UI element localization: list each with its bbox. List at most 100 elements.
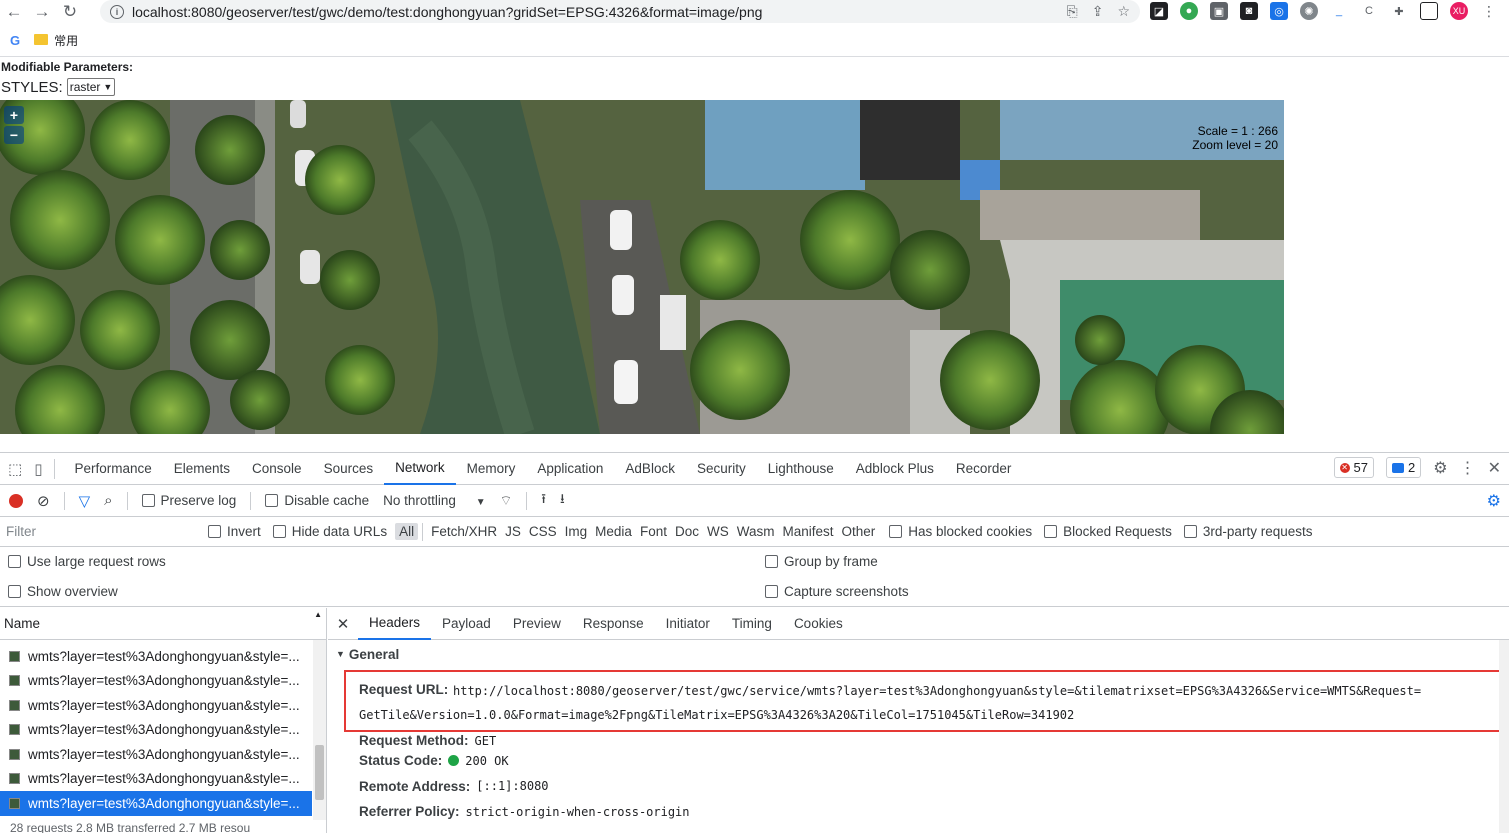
extension-icon[interactable]: ●	[1180, 2, 1198, 20]
reload-icon[interactable]: ↻	[56, 1, 84, 23]
share-icon[interactable]: ⇪	[1092, 3, 1104, 20]
forward-icon[interactable]: →	[28, 1, 56, 23]
filter-type-fetch-xhr[interactable]: Fetch/XHR	[427, 523, 501, 540]
has-blocked-cookies-checkbox[interactable]: Has blocked cookies	[889, 524, 1032, 539]
tab-cookies[interactable]: Cookies	[783, 608, 854, 640]
address-bar[interactable]: i localhost:8080/geoserver/test/gwc/demo…	[100, 0, 1140, 23]
tab-console[interactable]: Console	[241, 453, 313, 485]
tab-headers[interactable]: Headers	[358, 608, 432, 640]
close-devtools-icon[interactable]: ✕	[1488, 458, 1501, 478]
translate-icon[interactable]: ⎘	[1067, 3, 1078, 20]
tab-network[interactable]: Network	[384, 453, 456, 485]
filter-type-media[interactable]: Media	[591, 523, 636, 540]
filter-type-manifest[interactable]: Manifest	[778, 523, 837, 540]
table-row-selected[interactable]: wmts?layer=test%3Adonghongyuan&style=...	[0, 791, 312, 816]
table-row[interactable]: wmts?layer=test%3Adonghongyuan&style=...	[0, 718, 312, 743]
message-badge[interactable]: 2	[1386, 457, 1422, 478]
filter-input[interactable]: Filter	[0, 521, 194, 543]
name-column-header[interactable]: Name	[4, 616, 40, 631]
tab-recorder[interactable]: Recorder	[945, 453, 1023, 485]
inspect-element-icon[interactable]: ⬚	[8, 460, 22, 478]
side-panel-icon[interactable]	[1420, 2, 1438, 20]
import-har-icon[interactable]: ⭱	[541, 489, 546, 512]
zoom-in-button[interactable]: +	[4, 106, 24, 124]
tab-sources[interactable]: Sources	[313, 453, 385, 485]
google-bookmark[interactable]: G	[10, 33, 20, 48]
network-conditions-icon[interactable]: ⌔	[500, 492, 513, 509]
more-options-icon[interactable]: ⋮	[1460, 458, 1476, 478]
scrollbar-thumb[interactable]	[315, 745, 324, 800]
tab-adblock-plus[interactable]: Adblock Plus	[845, 453, 945, 485]
filter-type-img[interactable]: Img	[561, 523, 592, 540]
tab-preview[interactable]: Preview	[502, 608, 572, 640]
extension-icon[interactable]: C	[1360, 2, 1378, 20]
tab-security[interactable]: Security	[686, 453, 757, 485]
filter-type-wasm[interactable]: Wasm	[733, 523, 779, 540]
tab-lighthouse[interactable]: Lighthouse	[757, 453, 845, 485]
table-row[interactable]: wmts?layer=test%3Adonghongyuan&style=...	[0, 693, 312, 718]
bookmark-folder[interactable]: 常用	[34, 32, 78, 49]
filter-type-other[interactable]: Other	[838, 523, 880, 540]
tab-payload[interactable]: Payload	[431, 608, 502, 640]
map-viewer[interactable]: + − Scale = 1 : 266 Zoom level = 20	[0, 100, 1284, 434]
large-rows-checkbox[interactable]: Use large request rows	[8, 554, 166, 569]
extension-icon[interactable]: ◙	[1240, 2, 1258, 20]
export-har-icon[interactable]: ⭳	[560, 489, 565, 512]
detail-scrollbar[interactable]	[1499, 640, 1509, 833]
table-row[interactable]: wmts?layer=test%3Adonghongyuan&style=...	[0, 742, 312, 767]
tab-timing[interactable]: Timing	[721, 608, 783, 640]
filter-type-doc[interactable]: Doc	[671, 523, 703, 540]
tab-elements[interactable]: Elements	[163, 453, 241, 485]
third-party-checkbox[interactable]: 3rd-party requests	[1183, 524, 1312, 539]
list-scrollbar[interactable]	[313, 640, 326, 820]
profile-avatar[interactable]: XU	[1450, 2, 1468, 20]
extension-icon[interactable]: ▣	[1210, 2, 1228, 20]
tab-response[interactable]: Response	[572, 608, 655, 640]
error-badge[interactable]: ✕ 57	[1333, 457, 1375, 478]
general-section-header[interactable]: ▼ General	[328, 643, 1509, 665]
request-url-value-2: GetTile&Version=1.0.0&Format=image%2Fpng…	[359, 708, 1075, 722]
preserve-log-checkbox[interactable]: Preserve log	[141, 493, 236, 508]
network-settings-icon[interactable]: ⚙	[1487, 491, 1501, 511]
filter-type-all[interactable]: All	[395, 523, 419, 540]
address-url[interactable]: localhost:8080/geoserver/test/gwc/demo/t…	[132, 4, 762, 20]
invert-checkbox[interactable]: Invert	[208, 524, 261, 539]
table-row[interactable]: wmts?layer=test%3Adonghongyuan&style=...	[0, 669, 312, 694]
blocked-requests-checkbox[interactable]: Blocked Requests	[1044, 524, 1172, 539]
site-info-icon[interactable]: i	[110, 4, 124, 19]
extension-icon[interactable]: ✺	[1300, 2, 1318, 20]
tab-performance[interactable]: Performance	[63, 453, 162, 485]
extension-icon[interactable]: ◎	[1270, 2, 1288, 20]
styles-select[interactable]: raster ▼	[66, 78, 116, 96]
filter-type-css[interactable]: CSS	[525, 523, 561, 540]
tab-application[interactable]: Application	[526, 453, 614, 485]
extension-icon[interactable]: ◪	[1150, 2, 1168, 20]
hide-data-urls-checkbox[interactable]: Hide data URLs	[272, 524, 387, 539]
zoom-out-button[interactable]: −	[4, 126, 24, 144]
back-icon[interactable]: ←	[0, 1, 28, 23]
filter-type-font[interactable]: Font	[636, 523, 671, 540]
record-icon[interactable]	[9, 493, 23, 508]
search-icon[interactable]: ⌕	[104, 492, 112, 509]
group-by-frame-checkbox[interactable]: Group by frame	[765, 554, 878, 569]
tab-adblock[interactable]: AdBlock	[614, 453, 686, 485]
menu-kebab-icon[interactable]: ⋮	[1480, 2, 1498, 20]
extension-icon[interactable]: _	[1330, 2, 1348, 20]
filter-type-ws[interactable]: WS	[703, 523, 733, 540]
clear-icon[interactable]: ⊘	[37, 492, 50, 510]
disable-cache-checkbox[interactable]: Disable cache	[265, 493, 369, 508]
capture-screenshots-checkbox[interactable]: Capture screenshots	[765, 584, 909, 599]
tab-initiator[interactable]: Initiator	[655, 608, 721, 640]
close-detail-icon[interactable]: ✕	[328, 615, 358, 633]
tab-memory[interactable]: Memory	[456, 453, 527, 485]
throttling-select[interactable]: No throttling ▼	[383, 493, 485, 508]
filter-type-js[interactable]: JS	[501, 523, 525, 540]
extensions-puzzle-icon[interactable]: ✚	[1390, 2, 1408, 20]
bookmark-star-icon[interactable]: ☆	[1117, 3, 1130, 20]
table-row[interactable]: wmts?layer=test%3Adonghongyuan&style=...	[0, 767, 312, 792]
settings-gear-icon[interactable]: ⚙	[1433, 458, 1447, 478]
device-toolbar-icon[interactable]: ▯	[34, 460, 42, 478]
filter-funnel-icon[interactable]: ▽	[79, 492, 91, 510]
table-row[interactable]: wmts?layer=test%3Adonghongyuan&style=...	[0, 644, 312, 669]
show-overview-checkbox[interactable]: Show overview	[8, 584, 118, 599]
